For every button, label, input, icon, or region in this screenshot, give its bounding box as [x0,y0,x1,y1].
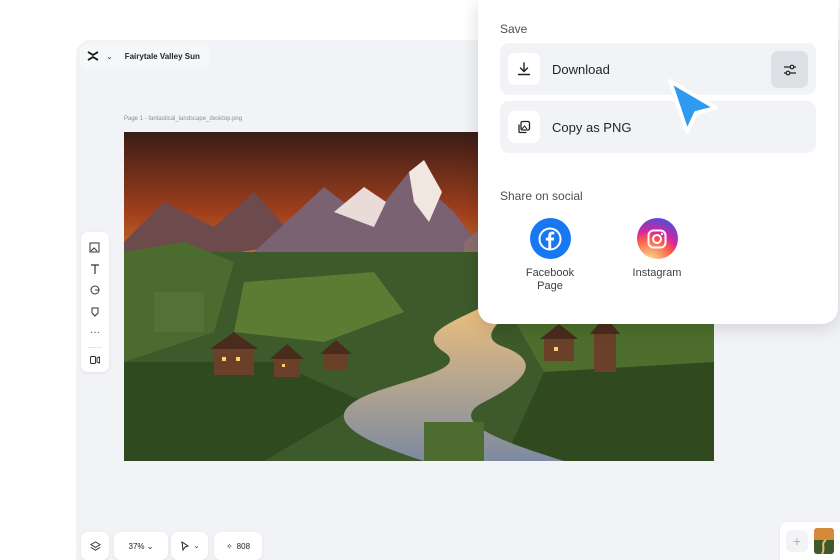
chevron-down-icon: ⌄ [106,51,113,61]
download-icon-box [508,53,540,85]
text-icon[interactable] [85,259,105,278]
mouse-cursor-icon [668,79,718,134]
copy-label: Copy as PNG [552,119,632,135]
share-instagram-button[interactable]: Instagram [622,218,692,280]
facebook-label: Facebook Page [525,267,575,292]
sparkle-icon: ✧ [225,541,233,551]
save-panel: Save Download Copy as PNG Share on socia [478,0,838,324]
more-icon[interactable]: ··· [85,323,105,342]
page-thumbnails: + [780,522,840,560]
facebook-icon [529,218,571,259]
save-heading: Save [500,22,528,36]
instagram-icon [636,218,678,259]
layers-icon [89,540,101,551]
chevron-down-icon: ⌄ [193,543,200,550]
document-menu[interactable]: ⌄ Fairytale Valley Sun [80,44,210,68]
download-label: Download [552,61,610,77]
elements-icon[interactable] [85,302,105,321]
credit-count: 808 [236,541,251,551]
zoom-value: 37% ⌄ [128,541,154,551]
pointer-mode-select[interactable]: ⌄ [171,532,208,560]
document-title: Fairytale Valley Sun [124,51,200,61]
copy-as-png-button[interactable]: Copy as PNG [500,101,816,153]
left-toolbar: ··· [81,232,109,372]
copy-image-icon [518,120,531,134]
toolbar-divider [88,346,102,348]
copy-icon-box [508,111,540,143]
page-label: Page 1 - fantastical_landscape_desktop.p… [124,116,243,122]
shapes-icon[interactable] [85,281,105,300]
sparkle-credits-button[interactable]: ✧ 808 [214,532,262,560]
share-heading: Share on social [500,189,583,203]
download-icon [517,62,531,76]
add-page-button[interactable]: + [786,530,808,552]
pointer-icon [180,541,189,551]
capcut-logo-icon [87,51,99,61]
download-button[interactable]: Download [500,43,816,95]
zoom-select[interactable]: 37% ⌄ [114,532,168,560]
instagram-label: Instagram [632,267,682,279]
share-facebook-button[interactable]: Facebook Page [515,218,585,293]
image-upload-icon[interactable] [85,238,105,257]
page-thumbnail[interactable] [814,528,834,554]
sliders-icon [783,64,796,75]
download-settings-button[interactable] [771,51,808,88]
record-icon[interactable] [85,351,105,370]
layers-button[interactable] [81,532,109,560]
